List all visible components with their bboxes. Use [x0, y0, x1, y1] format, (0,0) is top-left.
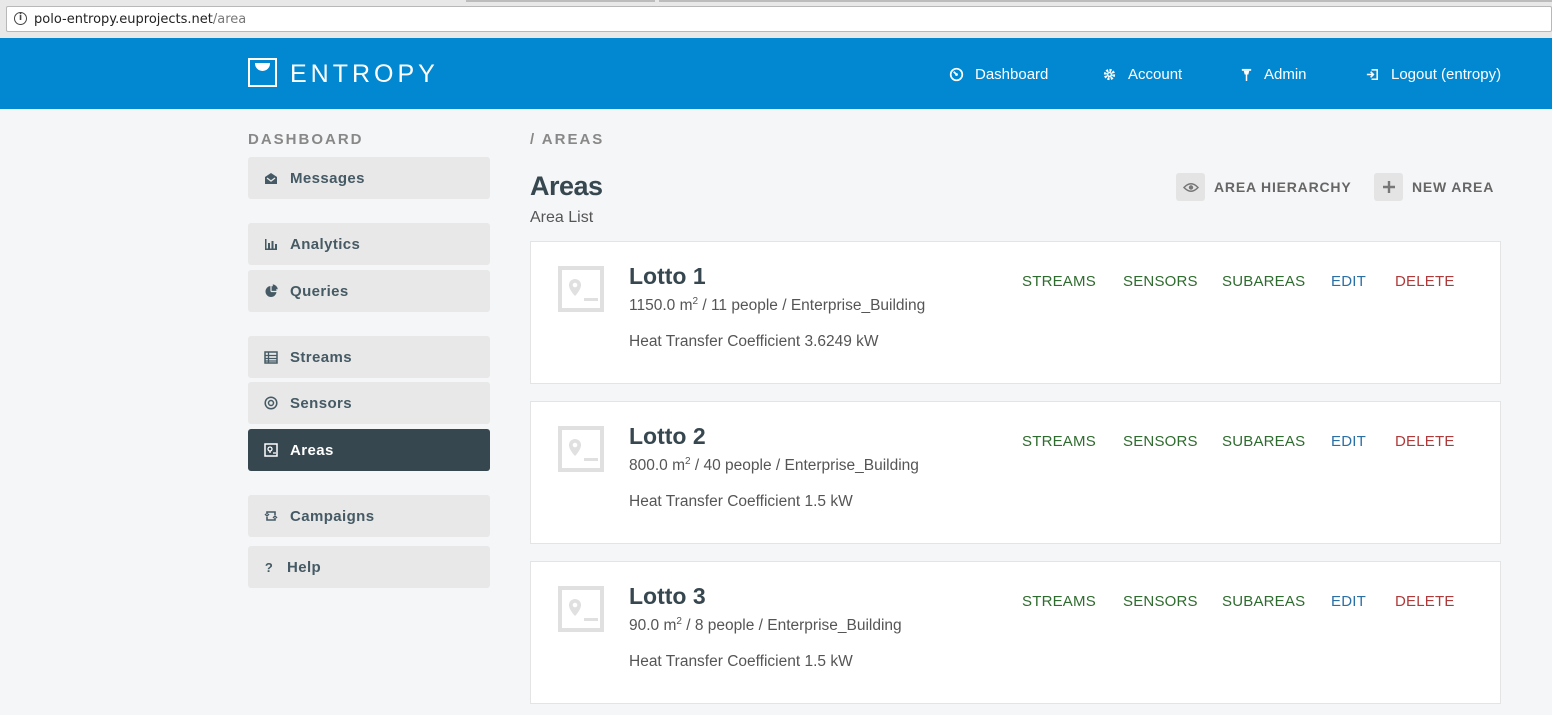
- logo-text[interactable]: ENTROPY: [290, 60, 439, 89]
- cycle-icon: [263, 509, 278, 524]
- pie-chart-icon: [263, 284, 278, 299]
- area-size: 1150.0 m: [629, 297, 693, 315]
- sidebar-item-label: Analytics: [290, 235, 361, 253]
- sidebar-item-label: Campaigns: [290, 507, 375, 525]
- area-heat-transfer: Heat Transfer Coefficient 3.6249 kW: [629, 333, 879, 350]
- area-hierarchy-button[interactable]: AREA HIERARCHY: [1176, 173, 1351, 201]
- area-placeholder-icon: [558, 266, 604, 312]
- logout-icon: [1366, 68, 1378, 80]
- area-card: Lotto 1 1150.0 m2 / 11 people / Enterpri…: [530, 241, 1501, 384]
- streams-link[interactable]: STREAMS: [1022, 593, 1096, 610]
- tab-strip-line: [659, 0, 1552, 2]
- area-details: / 8 people / Enterprise_Building: [681, 617, 902, 635]
- area-details: / 11 people / Enterprise_Building: [698, 297, 926, 315]
- dashboard-icon: [949, 67, 964, 81]
- area-info: 800.0 m2 / 40 people / Enterprise_Buildi…: [629, 456, 919, 475]
- nav-admin-label: Admin: [1264, 65, 1307, 83]
- delete-link[interactable]: DELETE: [1395, 593, 1455, 610]
- sidebar-title: DASHBOARD: [248, 131, 364, 148]
- nav-logout-label: Logout (entropy): [1391, 65, 1502, 83]
- map-icon: [263, 443, 278, 458]
- nav-logout[interactable]: Logout (entropy): [1365, 64, 1501, 84]
- gear-icon: [1103, 68, 1116, 80]
- question-icon: ?: [264, 559, 274, 575]
- area-heat-transfer: Heat Transfer Coefficient 1.5 kW: [629, 653, 853, 670]
- app-header: ENTROPY Dashboard Account Admin Logout (…: [0, 38, 1552, 109]
- area-size: 800.0 m: [629, 457, 686, 475]
- area-name[interactable]: Lotto 2: [629, 423, 706, 450]
- delete-link[interactable]: DELETE: [1395, 273, 1455, 290]
- nav-account-label: Account: [1128, 65, 1183, 83]
- area-info: 90.0 m2 / 8 people / Enterprise_Building: [629, 616, 902, 635]
- sidebar-item-areas[interactable]: Areas: [248, 429, 490, 471]
- area-placeholder-icon: [558, 586, 604, 632]
- sidebar-item-sensors[interactable]: Sensors: [248, 382, 490, 424]
- sensors-link[interactable]: SENSORS: [1123, 593, 1198, 610]
- area-heat-transfer: Heat Transfer Coefficient 1.5 kW: [629, 493, 853, 510]
- page-title: Areas: [530, 171, 603, 201]
- area-details: / 40 people / Enterprise_Building: [690, 457, 919, 475]
- sidebar-item-help[interactable]: ? Help: [248, 546, 490, 588]
- sidebar-item-analytics[interactable]: Analytics: [248, 223, 490, 265]
- subareas-link[interactable]: SUBAREAS: [1222, 433, 1305, 450]
- nav-account[interactable]: Account: [1102, 64, 1182, 84]
- sidebar-item-queries[interactable]: Queries: [248, 270, 490, 312]
- area-hierarchy-label: AREA HIERARCHY: [1214, 179, 1352, 195]
- nav-admin[interactable]: Admin: [1240, 64, 1307, 84]
- new-area-button[interactable]: NEW AREA: [1374, 173, 1494, 201]
- browser-url-bar: i polo-entropy.euprojects.net/area: [0, 0, 1552, 38]
- target-icon: [263, 396, 278, 411]
- breadcrumb: / AREAS: [530, 131, 605, 148]
- address-field[interactable]: i polo-entropy.euprojects.net/area: [6, 6, 1552, 32]
- plus-icon: [1374, 173, 1403, 201]
- pin-icon: [1241, 68, 1252, 81]
- sidebar-item-label: Sensors: [290, 394, 352, 412]
- info-icon[interactable]: i: [14, 12, 27, 25]
- delete-link[interactable]: DELETE: [1395, 433, 1455, 450]
- area-name[interactable]: Lotto 3: [629, 583, 706, 610]
- nav-dashboard[interactable]: Dashboard: [949, 64, 1048, 84]
- sidebar-item-messages[interactable]: Messages: [248, 157, 490, 199]
- subareas-link[interactable]: SUBAREAS: [1222, 593, 1305, 610]
- sidebar-item-label: Areas: [290, 441, 334, 459]
- sidebar-item-campaigns[interactable]: Campaigns: [248, 495, 490, 537]
- edit-link[interactable]: EDIT: [1331, 273, 1366, 290]
- table-icon: [263, 350, 278, 365]
- area-card: Lotto 3 90.0 m2 / 8 people / Enterprise_…: [530, 561, 1501, 704]
- area-placeholder-icon: [558, 426, 604, 472]
- edit-link[interactable]: EDIT: [1331, 433, 1366, 450]
- tab-strip-line: [466, 0, 655, 2]
- area-size: 90.0 m: [629, 617, 677, 635]
- eye-icon: [1176, 173, 1205, 201]
- page-subtitle: Area List: [530, 209, 594, 226]
- streams-link[interactable]: STREAMS: [1022, 273, 1096, 290]
- envelope-icon: [263, 171, 278, 186]
- sidebar-item-label: Queries: [290, 282, 349, 300]
- sidebar-item-label: Streams: [290, 348, 353, 366]
- sidebar-item-streams[interactable]: Streams: [248, 336, 490, 378]
- sensors-link[interactable]: SENSORS: [1123, 273, 1198, 290]
- edit-link[interactable]: EDIT: [1331, 593, 1366, 610]
- sidebar-item-label: Help: [287, 558, 322, 576]
- new-area-label: NEW AREA: [1412, 179, 1495, 195]
- sensors-link[interactable]: SENSORS: [1123, 433, 1198, 450]
- area-info: 1150.0 m2 / 11 people / Enterprise_Build…: [629, 296, 925, 315]
- area-card: Lotto 2 800.0 m2 / 40 people / Enterpris…: [530, 401, 1501, 544]
- subareas-link[interactable]: SUBAREAS: [1222, 273, 1305, 290]
- logo-icon[interactable]: [248, 58, 277, 87]
- bar-chart-icon: [263, 237, 278, 252]
- area-name[interactable]: Lotto 1: [629, 263, 706, 290]
- address-text[interactable]: polo-entropy.euprojects.net/area: [34, 12, 246, 27]
- nav-dashboard-label: Dashboard: [975, 65, 1049, 83]
- streams-link[interactable]: STREAMS: [1022, 433, 1096, 450]
- sidebar-item-label: Messages: [290, 169, 365, 187]
